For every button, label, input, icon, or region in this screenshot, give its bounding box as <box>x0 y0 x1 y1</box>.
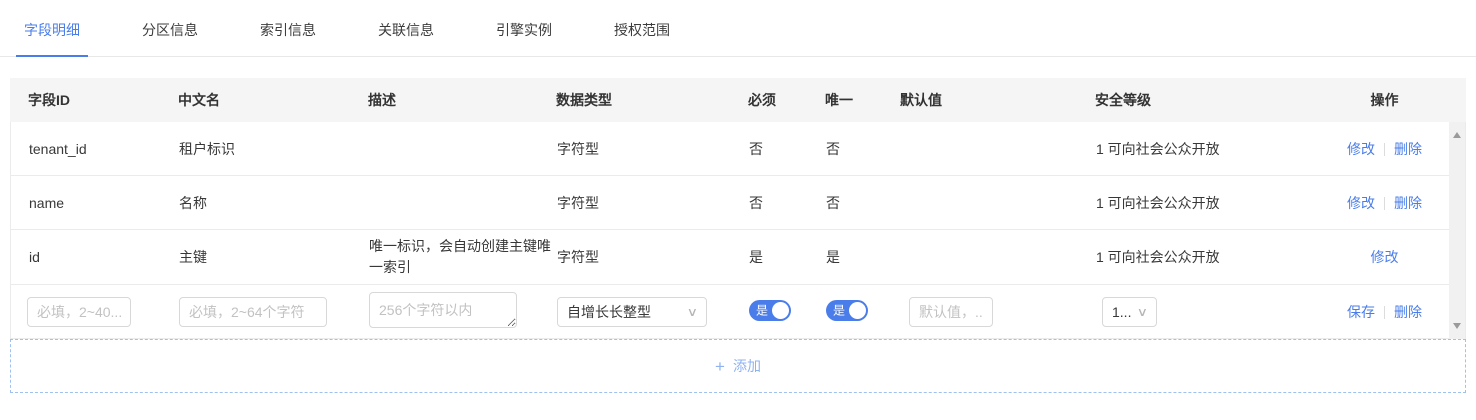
description-textarea[interactable] <box>369 292 517 328</box>
cell-unique-toggle: 是 <box>826 300 901 324</box>
cell-description-input <box>369 292 557 331</box>
cell-data-type: 字符型 <box>557 139 749 159</box>
cell-security-level: 1 可向社会公众开放 <box>1096 247 1321 267</box>
toggle-label: 是 <box>756 302 768 319</box>
cell-unique: 是 <box>826 247 901 267</box>
cell-data-type-select: 自增长长整型 ∨ <box>557 297 749 327</box>
col-header-cn-name: 中文名 <box>178 90 368 110</box>
table-body: tenant_id 租户标识 字符型 否 否 1 可向社会公众开放 修改删除 n… <box>10 122 1466 339</box>
cell-data-type: 字符型 <box>557 193 749 213</box>
cell-required-toggle: 是 <box>749 300 826 324</box>
cn-name-input[interactable] <box>179 297 327 327</box>
edit-link[interactable]: 修改 <box>1371 249 1399 265</box>
field-table: 字段ID 中文名 描述 数据类型 必须 唯一 默认值 安全等级 操作 tenan… <box>10 78 1466 393</box>
cell-unique: 否 <box>826 193 901 213</box>
col-header-required: 必须 <box>748 90 825 110</box>
save-link[interactable]: 保存 <box>1347 304 1375 320</box>
tab-relation-info[interactable]: 关联信息 <box>370 3 442 56</box>
delete-link[interactable]: 删除 <box>1394 304 1422 320</box>
table-row: id 主键 唯一标识，会自动创建主键唯一索引 字符型 是 是 1 可向社会公众开… <box>11 230 1465 285</box>
cell-actions: 修改 删除 <box>1321 193 1465 213</box>
action-divider <box>1384 197 1385 210</box>
security-level-select[interactable]: 1... ∨ <box>1102 297 1157 327</box>
action-divider <box>1384 306 1385 319</box>
cell-unique: 否 <box>826 139 901 159</box>
delete-link[interactable]: 删除 <box>1394 141 1422 157</box>
tab-bar: 字段明细 分区信息 索引信息 关联信息 引擎实例 授权范围 <box>0 0 1476 57</box>
cell-required: 否 <box>749 139 826 159</box>
chevron-down-icon: ∨ <box>687 305 698 319</box>
col-header-actions: 操作 <box>1320 90 1466 110</box>
description-text: 唯一标识，会自动创建主键唯一索引 <box>369 238 551 275</box>
cell-field-id: name <box>11 195 179 211</box>
edit-link[interactable]: 修改 <box>1347 195 1375 211</box>
delete-link[interactable]: 删除 <box>1394 195 1422 211</box>
table-row: name 名称 字符型 否 否 1 可向社会公众开放 修改 删除 <box>11 176 1465 230</box>
toggle-knob <box>849 302 866 319</box>
cell-actions: 修改 删除 <box>1321 139 1465 159</box>
tab-index-info[interactable]: 索引信息 <box>252 3 324 56</box>
data-type-select[interactable]: 自增长长整型 ∨ <box>557 297 707 327</box>
col-header-default-value: 默认值 <box>900 90 1095 110</box>
action-divider <box>1384 143 1385 156</box>
chevron-down-icon: ∨ <box>1137 305 1148 319</box>
field-id-input[interactable] <box>27 297 131 327</box>
table-row: tenant_id 租户标识 字符型 否 否 1 可向社会公众开放 修改 删除 <box>11 122 1465 176</box>
cell-description: 唯一标识，会自动创建主键唯一索引 <box>369 236 557 278</box>
default-value-input[interactable] <box>909 297 993 327</box>
unique-toggle[interactable]: 是 <box>826 300 868 321</box>
vertical-scrollbar[interactable] <box>1449 122 1465 339</box>
col-header-field-id: 字段ID <box>10 90 178 110</box>
cell-cn-name: 名称 <box>179 193 369 213</box>
tab-engine-instance[interactable]: 引擎实例 <box>488 3 560 56</box>
cell-default-value-input <box>901 297 1096 327</box>
table-header: 字段ID 中文名 描述 数据类型 必须 唯一 默认值 安全等级 操作 <box>10 78 1466 122</box>
cell-cn-name: 租户标识 <box>179 139 369 159</box>
toggle-knob <box>772 302 789 319</box>
col-header-unique: 唯一 <box>825 90 900 110</box>
edit-row: 自增长长整型 ∨ 是 是 1... <box>11 285 1465 339</box>
cell-required: 否 <box>749 193 826 213</box>
add-button[interactable]: + 添加 <box>715 356 761 376</box>
cell-field-id: tenant_id <box>11 141 179 157</box>
add-button-label: 添加 <box>733 356 761 376</box>
cell-data-type: 字符型 <box>557 247 749 267</box>
plus-icon: + <box>715 358 725 375</box>
tab-field-details[interactable]: 字段明细 <box>16 3 88 57</box>
scroll-up-icon[interactable] <box>1453 132 1461 138</box>
cell-field-id-input <box>11 297 179 327</box>
col-header-data-type: 数据类型 <box>556 90 748 110</box>
data-type-select-value: 自增长长整型 <box>567 302 651 322</box>
cell-security-level-select: 1... ∨ <box>1096 297 1321 327</box>
cell-security-level: 1 可向社会公众开放 <box>1096 139 1321 159</box>
tab-partition-info[interactable]: 分区信息 <box>134 3 206 56</box>
cell-actions: 修改 <box>1321 247 1465 267</box>
required-toggle[interactable]: 是 <box>749 300 791 321</box>
toggle-label: 是 <box>833 302 845 319</box>
cell-cn-name: 主键 <box>179 247 369 267</box>
scroll-down-icon[interactable] <box>1453 323 1461 329</box>
add-row: + 添加 <box>10 339 1466 393</box>
edit-link[interactable]: 修改 <box>1347 141 1375 157</box>
security-level-select-value: 1... <box>1112 304 1131 320</box>
col-header-security-level: 安全等级 <box>1095 90 1320 110</box>
tab-auth-scope[interactable]: 授权范围 <box>606 3 678 56</box>
cell-required: 是 <box>749 247 826 267</box>
col-header-description: 描述 <box>368 90 556 110</box>
cell-field-id: id <box>11 249 179 265</box>
cell-security-level: 1 可向社会公众开放 <box>1096 193 1321 213</box>
cell-actions: 保存 删除 <box>1321 302 1465 322</box>
cell-cn-name-input <box>179 297 369 327</box>
